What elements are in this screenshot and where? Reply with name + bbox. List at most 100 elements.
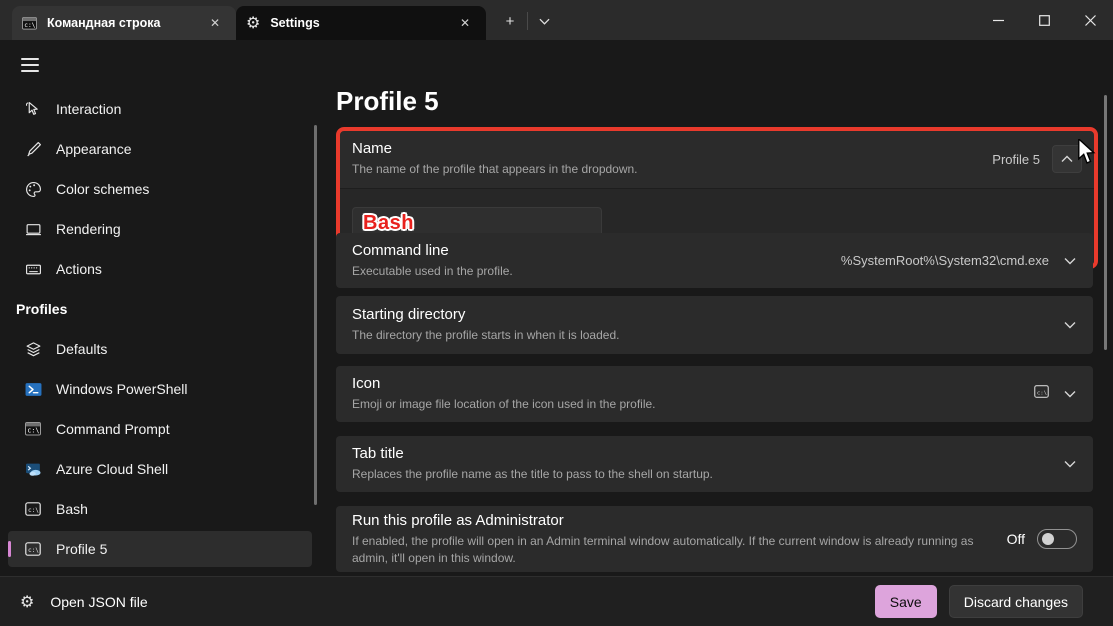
sidebar-item-appearance[interactable]: Appearance	[8, 131, 312, 167]
terminal-icon: c:\	[24, 540, 42, 558]
setting-label: Icon	[352, 375, 1018, 392]
maximize-button[interactable]	[1021, 0, 1067, 40]
sidebar-item-profile-5[interactable]: c:\ Profile 5	[8, 531, 312, 567]
sidebar-item-label: Profile 5	[56, 541, 107, 557]
main-region: Interaction Appearance Color schemes Ren…	[0, 40, 1113, 576]
setting-label: Name	[352, 140, 992, 157]
close-window-button[interactable]	[1067, 0, 1113, 40]
cmd-icon: c:\	[22, 16, 37, 31]
chevron-down-icon	[1063, 318, 1077, 332]
setting-description: Executable used in the profile.	[352, 263, 825, 279]
svg-text:c:\: c:\	[27, 427, 39, 435]
close-tab-icon[interactable]: ✕	[454, 12, 476, 34]
windows-terminal-settings-window: c:\ Командная строка ✕ ⚙ Settings ✕ +	[0, 0, 1113, 626]
setting-description: The directory the profile starts in when…	[352, 327, 1033, 343]
profiles-section-header: Profiles	[16, 291, 306, 327]
setting-value: Profile 5	[992, 152, 1040, 167]
cmd-icon: c:\	[24, 420, 42, 438]
tab-title: Settings	[270, 16, 454, 30]
setting-description: If enabled, the profile will open in an …	[352, 533, 991, 565]
minimize-icon	[993, 15, 1004, 26]
setting-value: %SystemRoot%\System32\cmd.exe	[841, 253, 1049, 268]
sidebar-item-label: Actions	[56, 261, 102, 277]
typed-text-annotation: Bash	[363, 212, 414, 235]
terminal-icon: c:\	[24, 500, 42, 518]
setting-label: Starting directory	[352, 306, 1033, 323]
gear-icon: ⚙	[20, 594, 34, 610]
interaction-cursor-icon	[24, 100, 42, 118]
tab-title: Командная строка	[47, 16, 204, 30]
sidebar-item-label: Bash	[56, 501, 88, 517]
sidebar-item-command-prompt[interactable]: c:\ Command Prompt	[8, 411, 312, 447]
divider	[527, 12, 528, 30]
svg-text:c:\: c:\	[28, 507, 39, 514]
sidebar-item-label: Defaults	[56, 341, 107, 357]
minimize-button[interactable]	[975, 0, 1021, 40]
close-icon	[1085, 15, 1096, 26]
sidebar-item-azure-cloud-shell[interactable]: Azure Cloud Shell	[8, 451, 312, 487]
mouse-cursor	[1077, 139, 1097, 165]
setting-row-icon[interactable]: Icon Emoji or image file location of the…	[336, 366, 1093, 422]
content-scrollbar[interactable]	[1104, 95, 1107, 350]
toggle-state-label: Off	[1007, 531, 1025, 547]
paintbrush-icon	[24, 140, 42, 158]
sidebar-item-label: Color schemes	[56, 181, 149, 197]
footer-bar: ⚙ Open JSON file Save Discard changes	[0, 576, 1113, 626]
sidebar-item-defaults[interactable]: Defaults	[8, 331, 312, 367]
sidebar-item-bash[interactable]: c:\ Bash	[8, 491, 312, 527]
sidebar-item-label: Windows PowerShell	[56, 381, 188, 397]
hamburger-menu-button[interactable]	[14, 50, 46, 80]
sidebar-item-interaction[interactable]: Interaction	[8, 91, 312, 127]
settings-sidebar: Interaction Appearance Color schemes Ren…	[0, 40, 322, 576]
azure-cloud-shell-icon	[24, 460, 42, 478]
profile-icon-preview: c:\	[1034, 384, 1049, 404]
chevron-down-icon	[1063, 457, 1077, 471]
svg-text:c:\: c:\	[24, 21, 35, 28]
powershell-icon	[24, 380, 42, 398]
sidebar-item-label: Rendering	[56, 221, 121, 237]
new-tab-button[interactable]: +	[496, 8, 524, 34]
tab-command-prompt[interactable]: c:\ Командная строка ✕	[12, 6, 236, 40]
setting-row-command-line[interactable]: Command line Executable used in the prof…	[336, 233, 1093, 288]
setting-row-starting-directory[interactable]: Starting directory The directory the pro…	[336, 296, 1093, 354]
tab-settings[interactable]: ⚙ Settings ✕	[236, 6, 486, 40]
sidebar-item-label: Command Prompt	[56, 421, 170, 437]
monitor-icon	[24, 220, 42, 238]
titlebar: c:\ Командная строка ✕ ⚙ Settings ✕ +	[0, 0, 1113, 40]
save-button[interactable]: Save	[875, 585, 937, 618]
chevron-up-icon	[1061, 155, 1073, 163]
sidebar-item-actions[interactable]: Actions	[8, 251, 312, 287]
page-title: Profile 5	[336, 86, 439, 117]
gear-icon: ⚙	[246, 15, 260, 31]
setting-row-name[interactable]: Name The name of the profile that appear…	[340, 131, 1094, 187]
maximize-icon	[1039, 15, 1050, 26]
sidebar-scrollbar[interactable]	[314, 125, 317, 505]
sidebar-item-rendering[interactable]: Rendering	[8, 211, 312, 247]
sidebar-item-label: Appearance	[56, 141, 132, 157]
setting-description: The name of the profile that appears in …	[352, 161, 992, 177]
tab-dropdown-button[interactable]	[530, 8, 558, 34]
sidebar-item-color-schemes[interactable]: Color schemes	[8, 171, 312, 207]
layers-icon	[24, 340, 42, 358]
setting-description: Emoji or image file location of the icon…	[352, 396, 1018, 412]
admin-toggle-switch[interactable]	[1037, 529, 1077, 549]
sidebar-item-windows-powershell[interactable]: Windows PowerShell	[8, 371, 312, 407]
chevron-down-icon	[539, 18, 550, 25]
setting-row-run-as-administrator[interactable]: Run this profile as Administrator If ena…	[336, 506, 1093, 572]
svg-text:c:\: c:\	[1037, 390, 1047, 396]
chevron-down-icon	[1063, 387, 1077, 401]
setting-row-tab-title[interactable]: Tab title Replaces the profile name as t…	[336, 436, 1093, 492]
setting-description: Replaces the profile name as the title t…	[352, 466, 1033, 482]
close-tab-icon[interactable]: ✕	[204, 12, 226, 34]
selection-accent-bar	[8, 541, 11, 557]
setting-label: Run this profile as Administrator	[352, 512, 991, 529]
keyboard-icon	[24, 260, 42, 278]
open-json-file-button[interactable]: ⚙ Open JSON file	[16, 586, 152, 618]
svg-text:c:\: c:\	[28, 547, 39, 554]
setting-label: Tab title	[352, 445, 1033, 462]
discard-changes-button[interactable]: Discard changes	[949, 585, 1083, 618]
sidebar-item-label: Interaction	[56, 101, 121, 117]
open-json-file-label: Open JSON file	[50, 594, 147, 610]
sidebar-item-label: Azure Cloud Shell	[56, 461, 168, 477]
chevron-down-icon	[1063, 254, 1077, 268]
